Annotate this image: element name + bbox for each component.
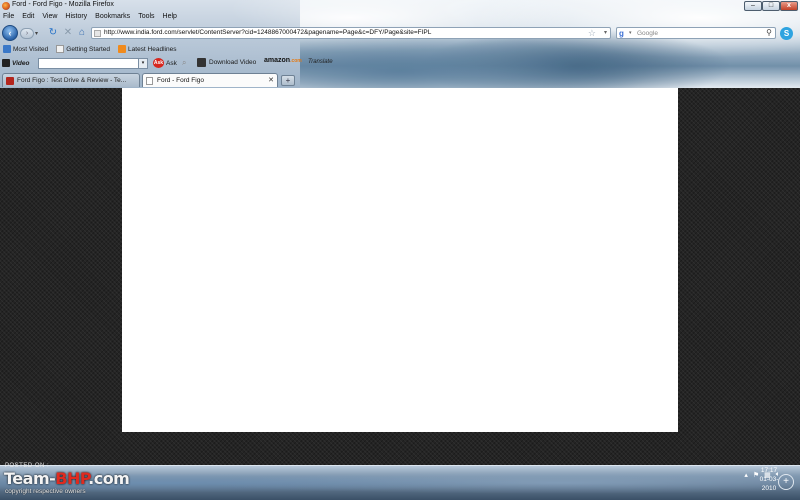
menu-view[interactable]: View bbox=[42, 13, 57, 24]
bookmark-label: Latest Headlines bbox=[128, 45, 177, 53]
url-bar[interactable]: http://www.india.ford.com/servlet/Conten… bbox=[91, 27, 611, 39]
bookmark-label: Getting Started bbox=[66, 45, 111, 53]
search-placeholder[interactable]: Google bbox=[637, 30, 658, 37]
most-visited-icon bbox=[3, 45, 11, 53]
menu-bookmarks[interactable]: Bookmarks bbox=[95, 13, 130, 24]
site-favicon bbox=[94, 30, 101, 37]
video-toolbar-label[interactable]: Video bbox=[2, 59, 29, 67]
brand-part-b: BHP bbox=[55, 469, 89, 488]
page-favicon bbox=[146, 77, 153, 85]
bookmarks-toolbar: Most Visited Getting Started Latest Head… bbox=[0, 43, 400, 55]
stop-icon[interactable]: ✕ bbox=[62, 27, 74, 39]
navigation-toolbar: ‹ › ▾ ↻ ✕ ⌂ http://www.india.ford.com/se… bbox=[0, 24, 800, 42]
firefox-icon bbox=[2, 2, 10, 10]
bookmark-getting-started[interactable]: Getting Started bbox=[56, 45, 110, 53]
menu-history[interactable]: History bbox=[65, 13, 87, 24]
home-icon[interactable]: ⌂ bbox=[76, 27, 88, 39]
magnifier-icon[interactable]: ⌕ bbox=[182, 58, 186, 68]
page-icon bbox=[56, 45, 65, 53]
minimize-button[interactable]: – bbox=[744, 1, 762, 11]
copyright-text: copyright respective owners bbox=[5, 488, 86, 495]
ask-button[interactable]: Ask Ask bbox=[153, 58, 177, 68]
menu-edit[interactable]: Edit bbox=[22, 13, 34, 24]
ask-label: Ask bbox=[166, 59, 177, 67]
download-video-icon bbox=[197, 58, 206, 67]
close-window-button[interactable]: x bbox=[780, 1, 798, 11]
history-dropdown-icon[interactable]: ▾ bbox=[35, 30, 38, 37]
tab-label: Ford Figo : Test Drive & Review - Te... bbox=[17, 77, 127, 84]
tab-bar: Ford Figo : Test Drive & Review - Te... … bbox=[0, 72, 800, 87]
web-page-blank[interactable] bbox=[122, 88, 678, 432]
reload-icon[interactable]: ↻ bbox=[47, 27, 59, 39]
addon-toolbar: Video ▾ Ask Ask ⌕ Download Video amazon.… bbox=[0, 56, 400, 70]
title-bar: Ford - Ford Figo - Mozilla Firefox – □ x bbox=[0, 0, 800, 12]
tab-ford-figo-review[interactable]: Ford Figo : Test Drive & Review - Te... bbox=[2, 73, 140, 87]
rss-icon bbox=[118, 45, 127, 53]
amazon-label: amazon bbox=[264, 57, 291, 64]
browser-chrome: Ford - Ford Figo - Mozilla Firefox – □ x… bbox=[0, 0, 800, 88]
chevron-down-icon[interactable]: ▾ bbox=[138, 59, 147, 68]
search-icon[interactable]: ⚲ bbox=[766, 28, 772, 37]
url-dropdown-icon[interactable]: ▾ bbox=[604, 29, 607, 36]
team-bhp-watermark: POSTED ON : Team-BHP.com copyright respe… bbox=[2, 463, 202, 500]
window-title: Ford - Ford Figo - Mozilla Firefox bbox=[12, 1, 114, 8]
bookmark-star-icon[interactable]: ☆ bbox=[588, 28, 596, 39]
new-tab-button[interactable]: + bbox=[281, 75, 295, 86]
menu-help[interactable]: Help bbox=[163, 13, 177, 24]
forward-button[interactable]: › bbox=[20, 28, 34, 39]
content-area bbox=[0, 88, 800, 465]
clock-time: 17:17 bbox=[760, 467, 778, 474]
bookmark-most-visited[interactable]: Most Visited bbox=[3, 45, 48, 53]
video-icon bbox=[2, 59, 10, 67]
brand-part-a: Team- bbox=[4, 469, 56, 488]
team-bhp-favicon bbox=[6, 77, 14, 85]
maximize-button[interactable]: □ bbox=[762, 1, 780, 11]
download-video-label: Download Video bbox=[209, 59, 257, 66]
amazon-button[interactable]: amazon.com bbox=[264, 57, 302, 64]
translate-button[interactable]: Translate bbox=[308, 59, 333, 65]
close-tab-icon[interactable]: ✕ bbox=[268, 74, 274, 87]
tab-label: Ford - Ford Figo bbox=[157, 77, 204, 84]
engine-dropdown-icon[interactable]: ▾ bbox=[629, 30, 632, 36]
bookmark-label: Most Visited bbox=[13, 45, 49, 53]
menu-tools[interactable]: Tools bbox=[138, 13, 154, 24]
google-engine-icon[interactable]: g bbox=[619, 29, 624, 38]
video-label-text: Video bbox=[12, 59, 30, 67]
download-video-button[interactable]: Download Video bbox=[197, 58, 256, 67]
tab-ford-figo[interactable]: Ford - Ford Figo ✕ bbox=[142, 73, 278, 87]
search-bar[interactable]: g ▾ Google ⚲ bbox=[616, 27, 776, 39]
brand-part-c: .com bbox=[88, 469, 130, 488]
url-text[interactable]: http://www.india.ford.com/servlet/Conten… bbox=[104, 29, 431, 36]
back-button[interactable]: ‹ bbox=[2, 25, 18, 41]
video-search-input[interactable]: ▾ bbox=[38, 58, 148, 69]
ask-logo-icon: Ask bbox=[153, 58, 164, 68]
amazon-tld: .com bbox=[290, 58, 302, 64]
menu-file[interactable]: File bbox=[3, 13, 14, 24]
tray-expand-icon[interactable]: ▴ bbox=[744, 471, 748, 479]
menu-bar: File Edit View History Bookmarks Tools H… bbox=[0, 13, 300, 24]
skype-icon[interactable]: S bbox=[780, 27, 793, 40]
team-bhp-logo: Team-BHP.com bbox=[4, 469, 130, 488]
bookmark-latest-headlines[interactable]: Latest Headlines bbox=[118, 45, 176, 53]
show-desktop-button[interactable]: + bbox=[778, 474, 794, 490]
